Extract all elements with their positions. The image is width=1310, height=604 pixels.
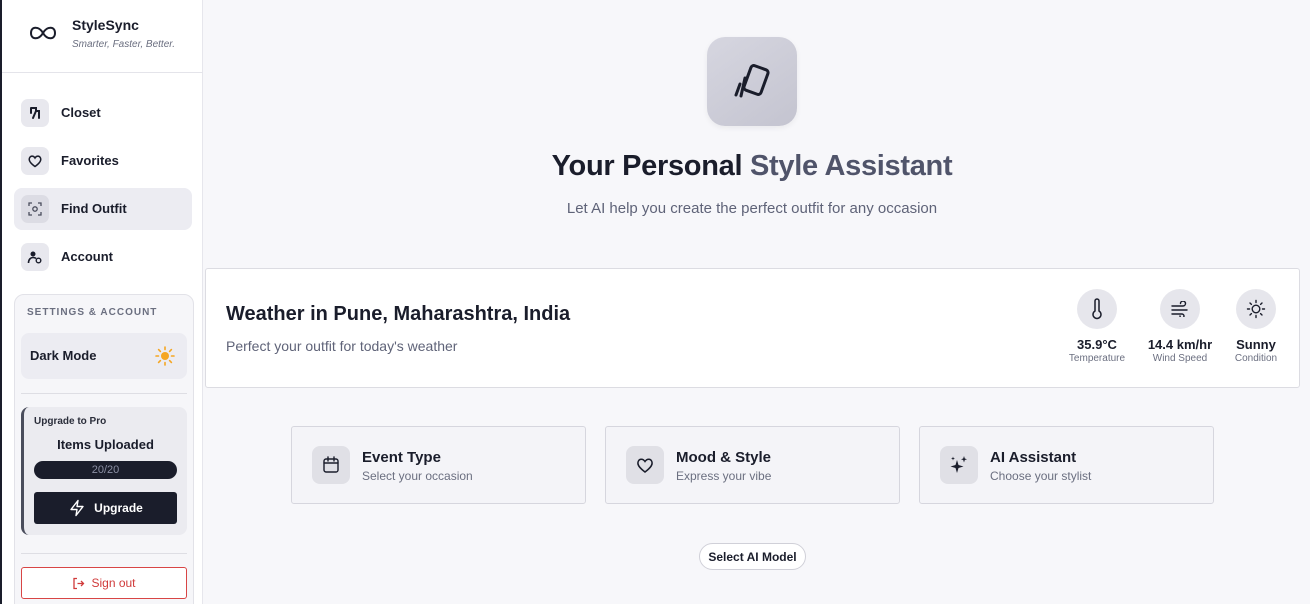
sidebar-item-label: Closet bbox=[61, 105, 101, 120]
page-title: Your Personal Style Assistant bbox=[551, 150, 953, 182]
sidebar-item-label: Account bbox=[61, 249, 113, 264]
wind-speed-value: 14.4 km/hr bbox=[1147, 337, 1213, 352]
wind-icon bbox=[1160, 289, 1200, 329]
upgrade-card: Upgrade to Pro Items Uploaded 20/20 Upgr… bbox=[21, 407, 187, 535]
sign-out-label: Sign out bbox=[91, 576, 136, 590]
heart-icon bbox=[626, 446, 664, 484]
condition-label: Condition bbox=[1234, 353, 1278, 364]
card-title: Event Type bbox=[362, 449, 441, 466]
sign-out-button[interactable]: Sign out bbox=[21, 567, 187, 599]
sidebar-item-label: Favorites bbox=[61, 153, 119, 168]
card-title: Mood & Style bbox=[676, 449, 772, 466]
sidebar-item-favorites[interactable]: Favorites bbox=[14, 140, 192, 182]
upgrade-button-label: Upgrade bbox=[94, 501, 143, 515]
temperature-label: Temperature bbox=[1068, 353, 1126, 364]
upload-progress-bar: 20/20 bbox=[34, 461, 177, 479]
sun-icon bbox=[155, 346, 175, 366]
condition-value: Sunny bbox=[1236, 337, 1276, 352]
temperature-value: 35.9°C bbox=[1077, 337, 1117, 352]
brand: StyleSync Smarter, Faster, Better. bbox=[2, 0, 203, 73]
sun-icon bbox=[1236, 289, 1276, 329]
wind-speed-stat: 14.4 km/hr Wind Speed bbox=[1140, 289, 1220, 364]
wind-speed-label: Wind Speed bbox=[1152, 353, 1208, 364]
sidebar: StyleSync Smarter, Faster, Better. Close… bbox=[0, 0, 203, 604]
dark-mode-label: Dark Mode bbox=[30, 348, 97, 363]
mood-style-card[interactable]: Mood & Style Express your vibe bbox=[605, 426, 900, 504]
user-settings-icon bbox=[21, 243, 49, 271]
divider bbox=[21, 553, 187, 554]
card-subtitle: Choose your stylist bbox=[990, 469, 1092, 483]
heart-icon bbox=[21, 147, 49, 175]
sidebar-item-label: Find Outfit bbox=[61, 201, 127, 216]
settings-panel: SETTINGS & ACCOUNT Dark Mode Upgrade to … bbox=[14, 294, 194, 604]
items-uploaded-label: Items Uploaded bbox=[57, 437, 154, 452]
infinity-logo-icon bbox=[29, 26, 57, 40]
brand-tagline: Smarter, Faster, Better. bbox=[72, 39, 175, 50]
settings-title: SETTINGS & ACCOUNT bbox=[27, 307, 158, 318]
lightning-icon bbox=[70, 499, 84, 517]
sign-out-icon bbox=[73, 577, 85, 589]
scan-icon bbox=[21, 195, 49, 223]
select-ai-model-button[interactable]: Select AI Model bbox=[699, 543, 806, 570]
calendar-icon bbox=[312, 446, 350, 484]
upgrade-button[interactable]: Upgrade bbox=[34, 492, 177, 524]
upload-progress-text: 20/20 bbox=[91, 464, 120, 476]
hanger-icon bbox=[21, 99, 49, 127]
weather-subtitle: Perfect your outfit for today's weather bbox=[226, 338, 458, 354]
page-subtitle: Let AI help you create the perfect outfi… bbox=[566, 200, 938, 217]
select-ai-model-label: Select AI Model bbox=[708, 549, 797, 564]
card-subtitle: Select your occasion bbox=[362, 469, 473, 483]
thermometer-icon bbox=[1077, 289, 1117, 329]
weather-title: Weather in Pune, Maharashtra, India bbox=[226, 303, 571, 325]
upgrade-heading: Upgrade to Pro bbox=[34, 416, 107, 427]
event-type-card[interactable]: Event Type Select your occasion bbox=[291, 426, 586, 504]
brand-name: StyleSync bbox=[72, 17, 139, 33]
sidebar-item-find-outfit[interactable]: Find Outfit bbox=[14, 188, 192, 230]
divider bbox=[21, 393, 187, 394]
condition-stat: Sunny Condition bbox=[1216, 289, 1296, 364]
sidebar-item-closet[interactable]: Closet bbox=[14, 92, 192, 134]
ai-assistant-card[interactable]: AI Assistant Choose your stylist bbox=[919, 426, 1214, 504]
card-title: AI Assistant bbox=[990, 449, 1077, 466]
sidebar-item-account[interactable]: Account bbox=[14, 236, 192, 278]
card-subtitle: Express your vibe bbox=[676, 469, 772, 483]
sparkles-icon bbox=[940, 446, 978, 484]
dark-mode-toggle[interactable]: Dark Mode bbox=[21, 333, 187, 379]
temperature-stat: 35.9°C Temperature bbox=[1057, 289, 1137, 364]
cards-logo-icon bbox=[707, 37, 797, 126]
weather-card: Weather in Pune, Maharashtra, India Perf… bbox=[205, 268, 1300, 388]
